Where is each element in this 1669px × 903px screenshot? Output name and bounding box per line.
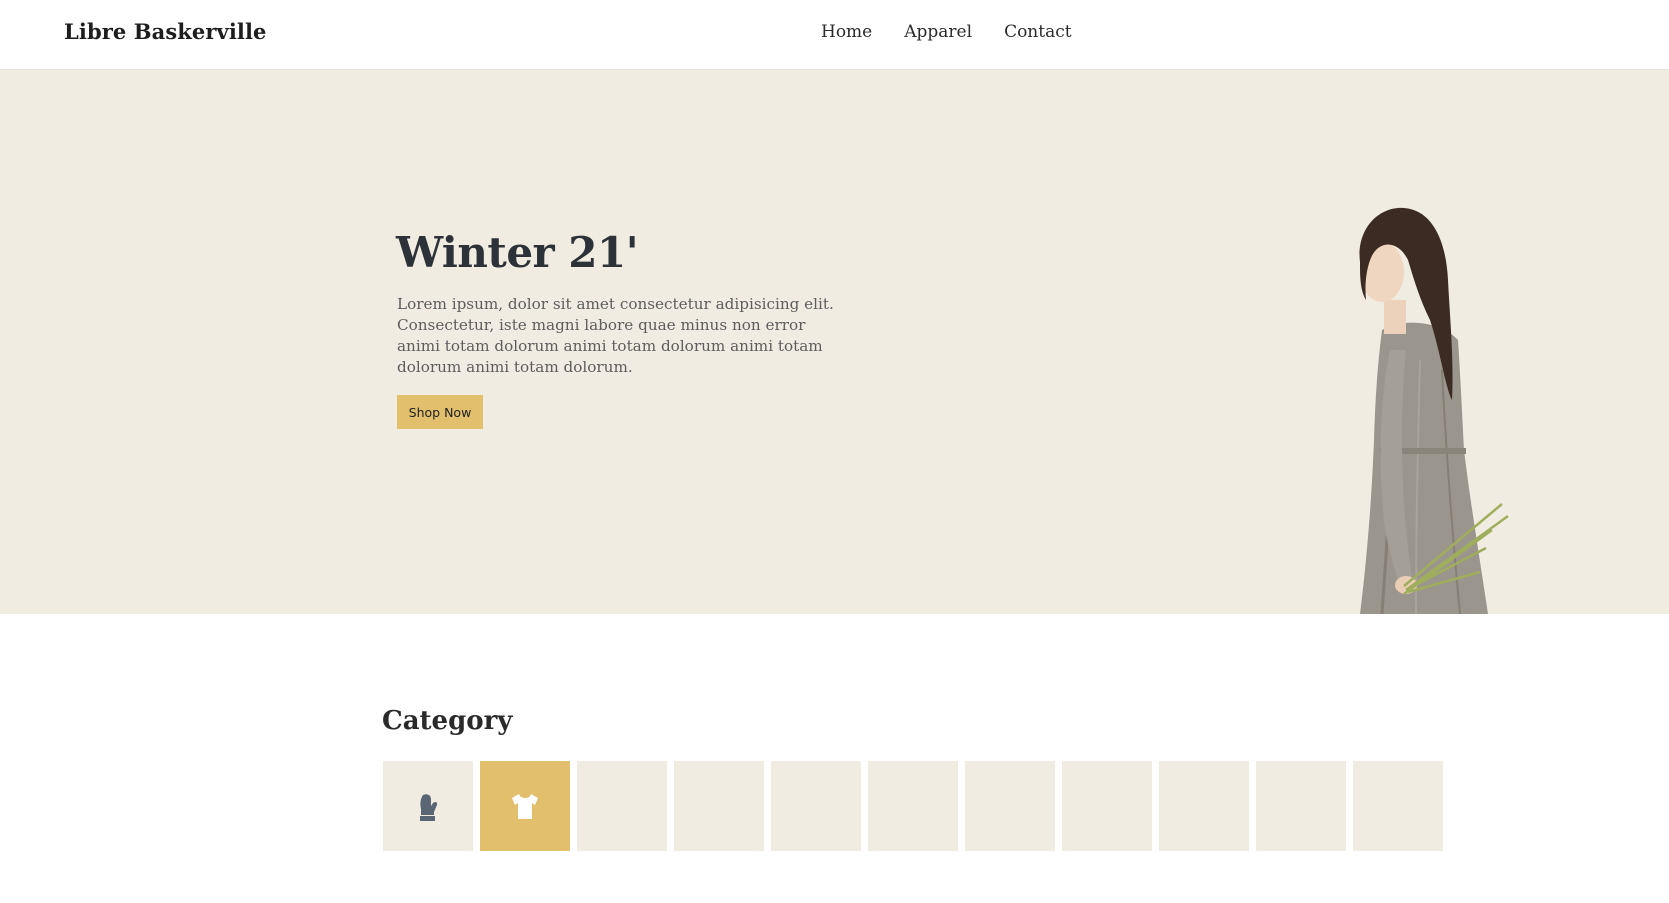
neck bbox=[1384, 300, 1406, 334]
nav-link-contact[interactable]: Contact bbox=[1004, 22, 1072, 42]
category-tile[interactable] bbox=[1062, 761, 1152, 851]
hero-title: Winter 21' bbox=[396, 228, 639, 277]
hero-description: Lorem ipsum, dolor sit amet consectetur … bbox=[397, 295, 834, 376]
navbar: Libre Baskerville Home Apparel Contact bbox=[0, 0, 1669, 70]
category-heading: Category bbox=[382, 706, 513, 736]
shop-now-button[interactable]: Shop Now bbox=[397, 395, 483, 429]
category-tile[interactable] bbox=[1353, 761, 1443, 851]
category-tile[interactable] bbox=[868, 761, 958, 851]
brand-logo[interactable]: Libre Baskerville bbox=[64, 19, 267, 44]
category-tile[interactable] bbox=[577, 761, 667, 851]
mitten-icon bbox=[420, 794, 438, 821]
category-tile-tshirts[interactable] bbox=[480, 761, 570, 851]
category-tile[interactable] bbox=[965, 761, 1055, 851]
hero-model-image bbox=[1359, 207, 1509, 614]
category-tile[interactable] bbox=[771, 761, 861, 851]
category-tile[interactable] bbox=[1159, 761, 1249, 851]
nav-link-home[interactable]: Home bbox=[821, 22, 872, 42]
category-tile[interactable] bbox=[1256, 761, 1346, 851]
category-tiles bbox=[383, 761, 1443, 851]
main-nav: Home Apparel Contact bbox=[821, 22, 1072, 42]
hero-banner: Winter 21' Lorem ipsum, dolor sit amet c… bbox=[0, 70, 1669, 614]
tshirt-icon bbox=[512, 794, 538, 819]
category-tile[interactable] bbox=[674, 761, 764, 851]
category-tile-mittens[interactable] bbox=[383, 761, 473, 851]
nav-link-apparel[interactable]: Apparel bbox=[904, 22, 972, 42]
